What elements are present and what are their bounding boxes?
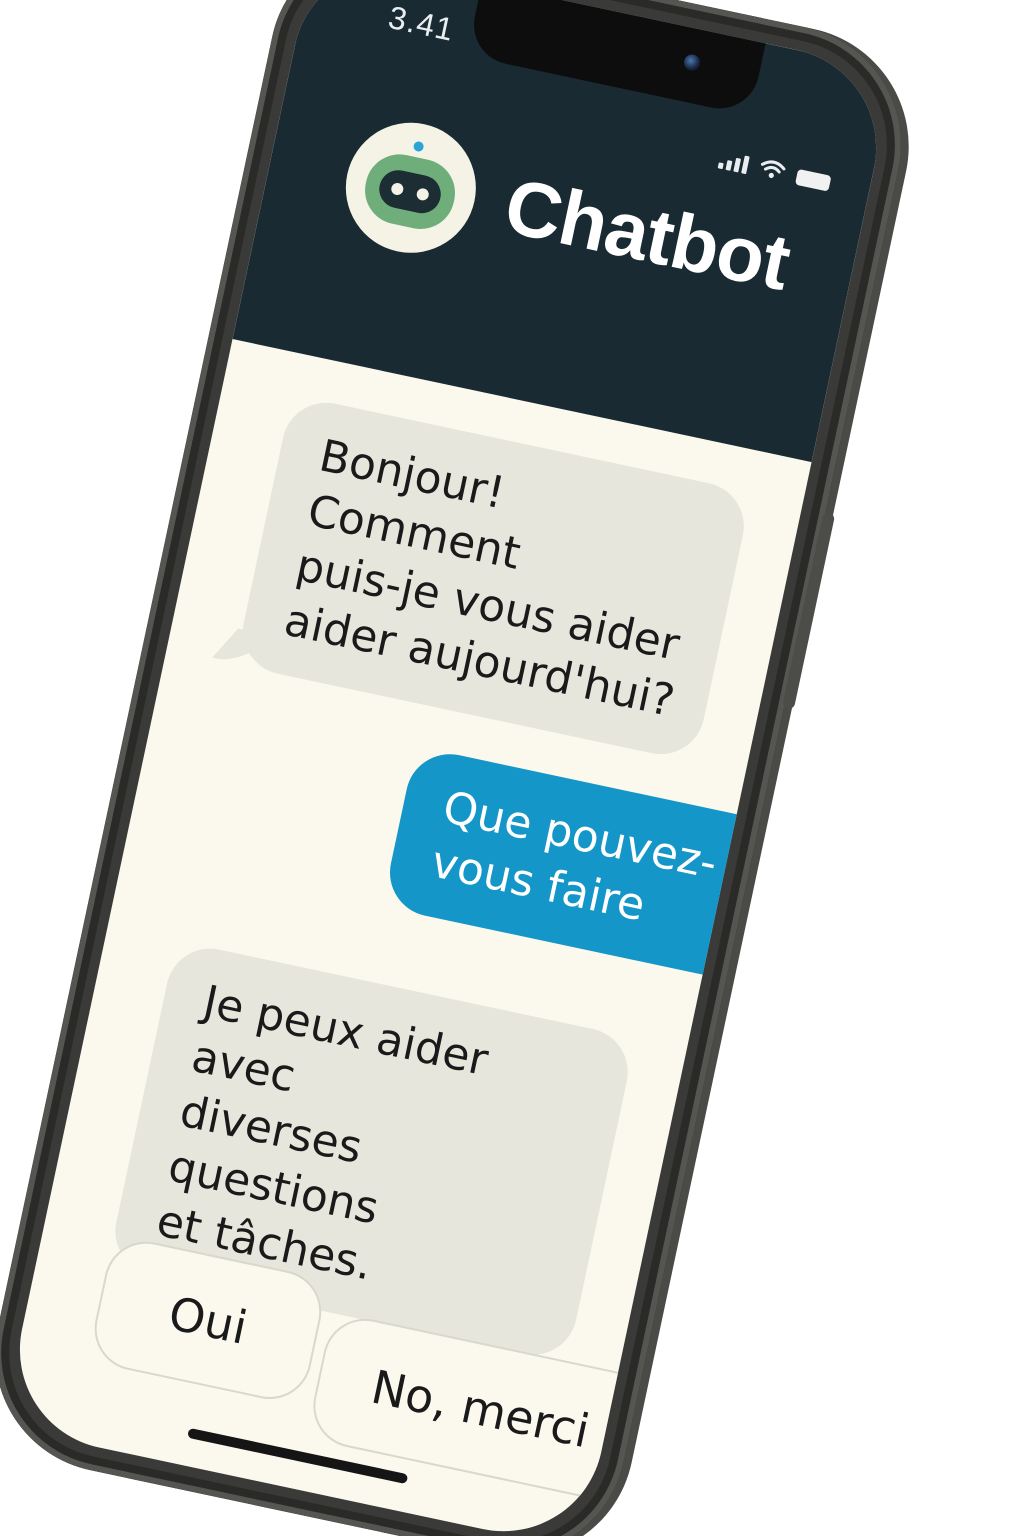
bubble-tail xyxy=(743,948,789,993)
battery-icon xyxy=(794,168,832,192)
camera-icon xyxy=(682,53,702,72)
message-text: Bonjour! Comment puis-je vous aider aide… xyxy=(280,430,684,728)
bubble-tail xyxy=(211,628,272,665)
phone: 3.41 Chatbot Bonjour! Comment puis-je vo… xyxy=(0,0,924,1536)
quick-reply-label: Oui xyxy=(164,1285,252,1355)
chat-title: Chatbot xyxy=(497,160,798,307)
bot-message: Bonjour! Comment puis-je vous aider aide… xyxy=(211,394,752,763)
robot-icon xyxy=(358,111,488,236)
status-icons xyxy=(717,149,833,192)
message-text: Que pouvez- vous faire xyxy=(426,781,722,932)
status-time: 3.41 xyxy=(385,0,458,48)
signal-icon xyxy=(717,151,750,175)
avatar xyxy=(333,110,488,265)
message-list: Bonjour! Comment puis-je vous aider aide… xyxy=(1,339,811,1536)
wifi-icon xyxy=(760,160,786,179)
quick-reply-label: No, merci xyxy=(366,1359,595,1459)
stage: 3.41 Chatbot Bonjour! Comment puis-je vo… xyxy=(0,0,1024,1536)
